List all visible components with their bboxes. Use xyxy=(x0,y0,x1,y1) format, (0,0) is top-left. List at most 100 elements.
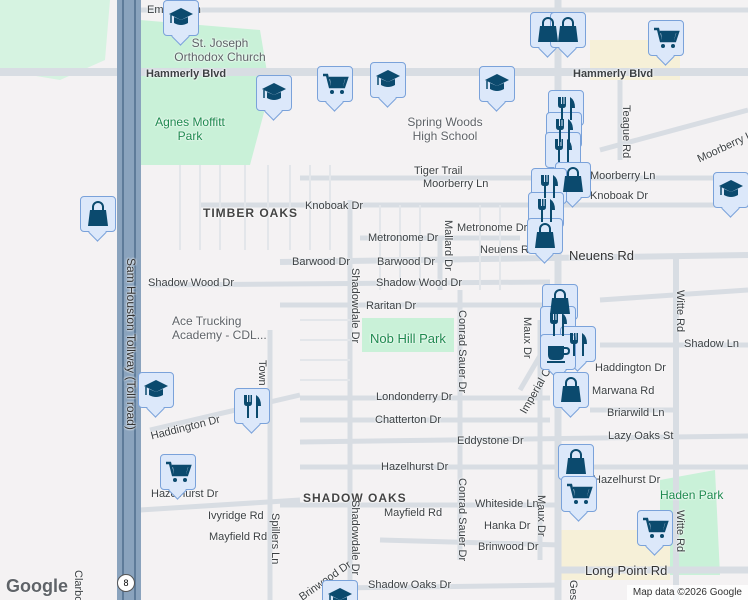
street-label: Ivyridge Rd xyxy=(208,510,264,522)
shopping-marker[interactable] xyxy=(553,372,589,408)
street-label: Gessner xyxy=(567,580,579,600)
shopping-icon xyxy=(560,377,582,403)
school-marker[interactable] xyxy=(256,75,292,111)
street-label: Haddington Dr xyxy=(595,362,666,374)
street-label: Long Point Rd xyxy=(585,563,668,578)
grocery-marker[interactable] xyxy=(561,476,597,512)
school-marker[interactable] xyxy=(138,372,174,408)
park-label: Haden Park xyxy=(660,488,724,502)
grocery-marker[interactable] xyxy=(160,454,196,490)
restaurant-icon xyxy=(538,199,555,222)
street-label: Mayfield Rd xyxy=(384,507,443,519)
grocery-marker[interactable] xyxy=(317,66,353,102)
street-label: Raritan Dr xyxy=(366,300,417,312)
restaurant-marker[interactable] xyxy=(234,388,270,424)
street-label: Tiger Trail xyxy=(414,165,463,177)
street-label: Spillers Ln xyxy=(269,513,281,565)
highway-label: Sam Houston Tollway (Toll road) xyxy=(124,258,138,430)
shopping-icon xyxy=(87,201,109,227)
street-label: Knoboak Dr xyxy=(590,190,649,202)
school-marker[interactable] xyxy=(163,0,199,36)
shopping-marker[interactable] xyxy=(80,196,116,232)
highway-shield: 8 xyxy=(117,574,135,592)
shopping-icon xyxy=(565,449,587,475)
school-marker[interactable] xyxy=(713,172,748,208)
street-label: Clarbo xyxy=(72,570,84,600)
street-label: Hammerly Blvd xyxy=(573,68,654,80)
street-label: Witte Rd xyxy=(674,290,686,333)
school-icon xyxy=(168,7,194,26)
street-label: Shadowdale Dr xyxy=(349,500,361,576)
street-label: Lazy Oaks St xyxy=(608,430,674,442)
street-label: Shadow Ln xyxy=(684,338,740,350)
grocery-icon xyxy=(321,73,349,96)
street-label: Barwood Dr xyxy=(377,256,436,268)
street-label: Maux Dr xyxy=(535,495,547,537)
shopping-icon xyxy=(534,223,556,249)
street-label: Brinwood Dr xyxy=(478,541,539,553)
street-label: Whiteside Ln xyxy=(475,498,539,510)
restaurant-marker[interactable] xyxy=(545,132,581,168)
street-label: Metronome Dr xyxy=(457,222,528,234)
shopping-marker[interactable] xyxy=(527,218,563,254)
cafe-marker[interactable] xyxy=(540,334,576,370)
grocery-marker[interactable] xyxy=(648,20,684,56)
street-label: Londonderry Dr xyxy=(376,391,453,403)
shopping-marker[interactable] xyxy=(550,12,586,48)
street-label: Moorberry Ln xyxy=(423,178,489,190)
street-label: Hazelhurst Dr xyxy=(593,474,661,486)
shopping-icon xyxy=(557,17,579,43)
street-label: Metronome Dr xyxy=(368,232,439,244)
grocery-icon xyxy=(565,483,593,506)
street-label: Hanka Dr xyxy=(484,520,531,532)
grocery-icon xyxy=(652,27,680,50)
street-label: Chatterton Dr xyxy=(375,414,442,426)
street-label: Marwana Rd xyxy=(592,385,655,397)
neighborhood-label: TIMBER OAKS xyxy=(203,206,298,220)
school-marker[interactable] xyxy=(479,66,515,102)
street-label: Shadow Wood Dr xyxy=(148,277,235,289)
school-icon xyxy=(327,587,353,600)
street-label: Conrad Sauer Dr xyxy=(456,310,468,394)
restaurant-icon xyxy=(244,395,261,418)
school-marker[interactable] xyxy=(322,580,358,600)
grocery-icon xyxy=(641,517,669,540)
shopping-marker[interactable] xyxy=(558,444,594,480)
street-label: Barwood Dr xyxy=(292,256,351,268)
street-label: Briarwild Ln xyxy=(607,407,665,419)
poi-label-academy: Ace Trucking Academy - CDL... xyxy=(172,314,267,342)
school-icon xyxy=(484,73,510,92)
park-label: Nob Hill Park xyxy=(370,331,446,346)
school-icon xyxy=(261,82,287,101)
street-label: Knoboak Dr xyxy=(305,200,364,212)
street-label: Shadow Wood Dr xyxy=(376,277,463,289)
street-label: Town xyxy=(256,360,268,386)
street-label: Hazelhurst Dr xyxy=(381,461,449,473)
map-attribution[interactable]: Map data ©2026 Google xyxy=(626,585,748,600)
school-icon xyxy=(718,179,744,198)
street-label: Eddystone Dr xyxy=(457,435,524,447)
park-label: Agnes Moffitt Park xyxy=(155,115,225,143)
street-label: Mayfield Rd xyxy=(209,531,268,543)
school-marker[interactable] xyxy=(370,62,406,98)
street-label: Shadowdale Dr xyxy=(349,268,361,344)
google-logo: Google xyxy=(6,576,68,596)
street-label: Shadow Oaks Dr xyxy=(368,579,452,591)
cafe-icon xyxy=(546,345,570,364)
street-label: Mallard Dr xyxy=(442,220,454,271)
street-label: Maux Dr xyxy=(521,317,533,359)
street-label: Teague Rd xyxy=(620,105,632,159)
street-label: Hammerly Blvd xyxy=(146,68,227,80)
map[interactable]: Emnora Ln St. Joseph Orthodox Church Ham… xyxy=(0,0,748,600)
street-label: Witte Rd xyxy=(674,510,686,553)
school-icon xyxy=(143,379,169,398)
shopping-icon xyxy=(562,167,584,193)
restaurant-icon xyxy=(555,139,572,162)
grocery-marker[interactable] xyxy=(637,510,673,546)
street-label: Moorberry Ln xyxy=(590,170,656,182)
grocery-icon xyxy=(164,461,192,484)
street-label: Neuens Rd xyxy=(569,248,635,263)
school-icon xyxy=(375,69,401,88)
poi-label-school: Spring Woods High School xyxy=(407,115,483,143)
street-label: Conrad Sauer Dr xyxy=(456,478,468,562)
